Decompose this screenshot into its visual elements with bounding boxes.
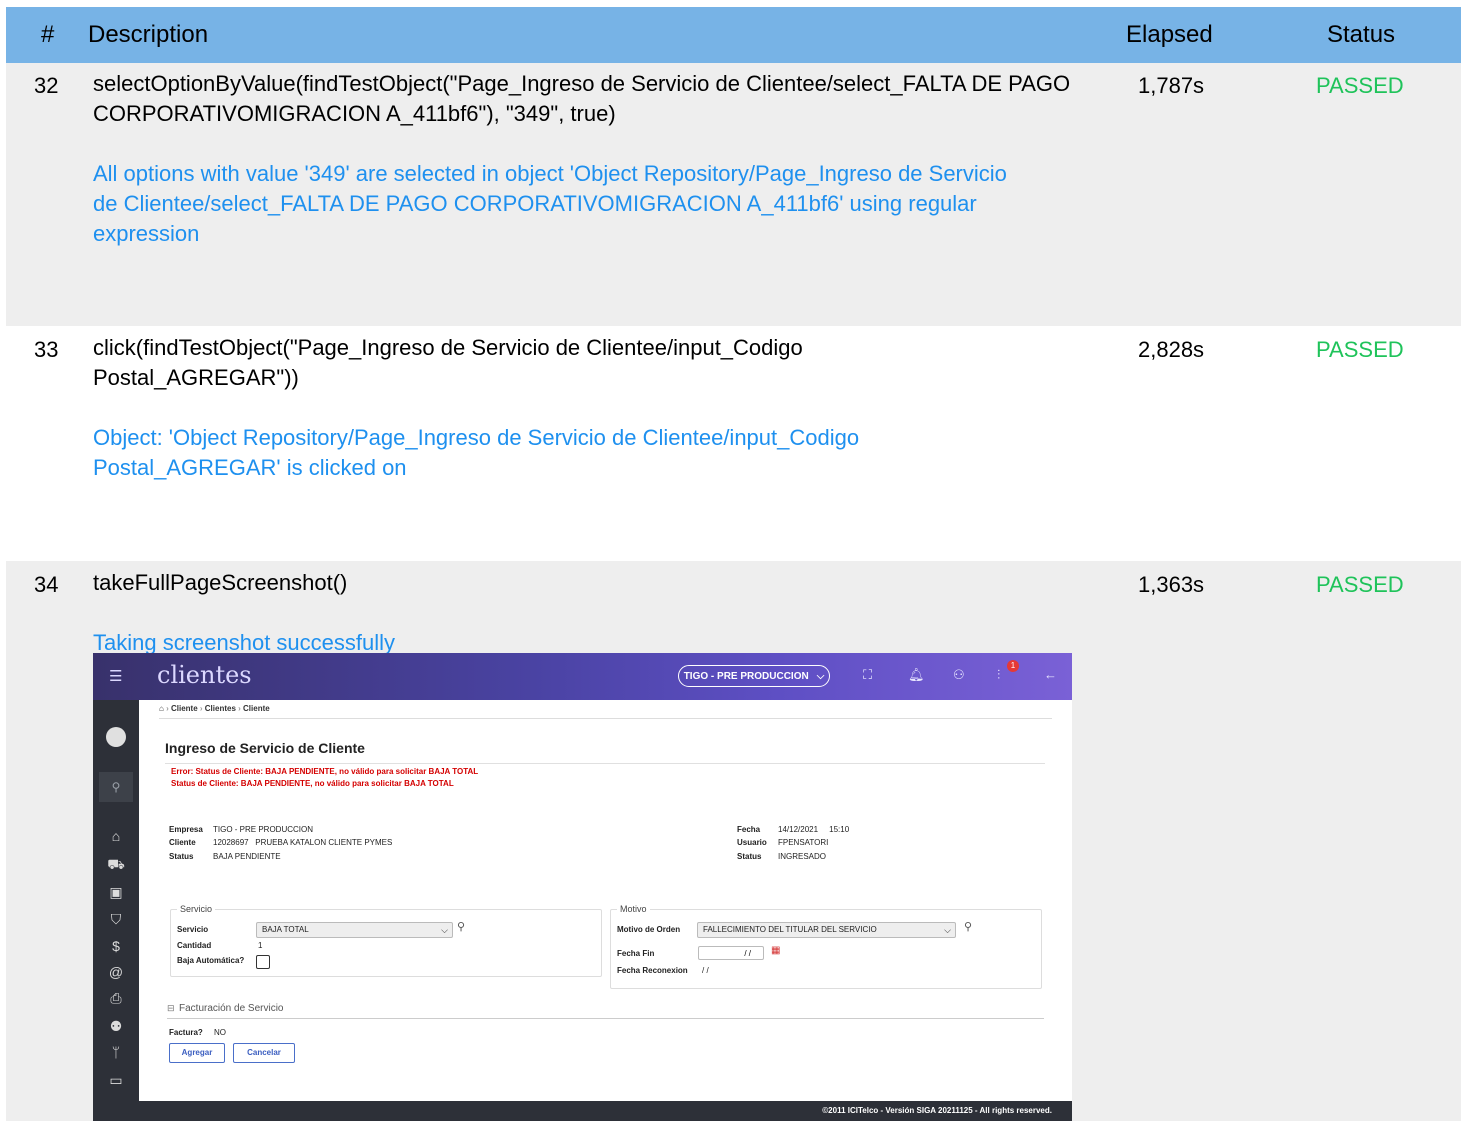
chevron-down-icon: ⌵ — [816, 670, 825, 682]
cart-icon[interactable]: ⛉ — [93, 911, 139, 928]
factura-value: NO — [214, 1028, 226, 1037]
step-number: 32 — [34, 73, 59, 98]
breadcrumb: ⌂ › Cliente › Clientes › Cliente — [159, 704, 270, 713]
error-message: Status de Cliente: BAJA PENDIENTE, no vá… — [171, 779, 454, 788]
chevron-down-icon: ⌵ — [441, 925, 448, 935]
search-icon: ⚲ — [111, 780, 121, 794]
step-message: Object: 'Object Repository/Page_Ingreso … — [93, 425, 860, 480]
motivo-fieldset: Motivo — [610, 904, 1042, 989]
servicio-fieldset: Servicio — [170, 904, 602, 977]
col-elapsed: Elapsed — [1126, 21, 1213, 48]
baja-automatica-label: Baja Automática? — [177, 956, 245, 965]
step-elapsed: 1,363s — [1138, 572, 1205, 597]
embedded-screenshot: ☰ clientes TIGO - PRE PRODUCCION ⌵ ⛶ 🔔︎ … — [93, 653, 1072, 1121]
step-message: All options with value '349' are selecte… — [93, 161, 1007, 246]
step-command: takeFullPageScreenshot() — [93, 570, 348, 595]
users-icon[interactable]: ⚉ — [93, 1018, 139, 1035]
motivo-orden-label: Motivo de Orden — [617, 925, 681, 934]
info-empresa: Empresa TIGO - PRE PRODUCCION — [169, 825, 314, 834]
servicio-select[interactable]: BAJA TOTAL ⌵ — [256, 922, 453, 938]
servicio-legend: Servicio — [177, 904, 216, 914]
home-icon[interactable]: ⌂ — [159, 704, 164, 713]
divider — [165, 763, 1045, 764]
step-row: 33 click(findTestObject("Page_Ingreso de… — [6, 326, 1461, 561]
branch-icon[interactable]: ᛘ — [93, 1044, 139, 1060]
truck-icon[interactable]: ⛟ — [93, 856, 139, 875]
servicio-label: Servicio — [177, 925, 209, 934]
agregar-button[interactable]: Agregar — [169, 1043, 225, 1063]
breadcrumb-item: Cliente — [243, 704, 270, 713]
page-title: Ingreso de Servicio de Cliente — [165, 740, 365, 756]
motivo-legend: Motivo — [617, 904, 650, 914]
at-icon[interactable]: @ — [93, 964, 139, 980]
collapse-icon[interactable]: ⊟ — [167, 1003, 175, 1014]
divider — [159, 718, 1052, 719]
info-usuario: Usuario FPENSATORI — [737, 838, 829, 847]
sidebar-search[interactable]: ⚲ — [99, 772, 133, 802]
fecha-fin-label: Fecha Fin — [617, 949, 655, 958]
facturacion-title: Facturación de Servicio — [179, 1003, 284, 1014]
info-status-orden: Status INGRESADO — [737, 852, 827, 861]
cantidad-label: Cantidad — [177, 941, 212, 950]
info-status: Status BAJA PENDIENTE — [169, 852, 281, 861]
step-elapsed: 1,787s — [1138, 73, 1205, 98]
step-status: PASSED — [1316, 73, 1404, 98]
baja-automatica-checkbox[interactable] — [256, 955, 270, 969]
step-status: PASSED — [1316, 572, 1404, 597]
cancelar-button[interactable]: Cancelar — [233, 1043, 295, 1063]
monitor-icon[interactable]: ▭ — [93, 1072, 139, 1089]
fecha-fin-input[interactable]: / / — [698, 946, 764, 960]
error-message: Error: Status de Cliente: BAJA PENDIENTE… — [171, 767, 479, 776]
app-content: ⌂ › Cliente › Clientes › Cliente Ingreso… — [139, 700, 1072, 1101]
hamburger-icon[interactable]: ☰ — [109, 667, 122, 685]
info-fecha: Fecha 14/12/2021 15:10 — [737, 825, 850, 834]
step-command: click(findTestObject("Page_Ingreso de Se… — [93, 335, 803, 390]
step-description: takeFullPageScreenshot() Taking screensh… — [93, 568, 1073, 658]
app-topbar: ☰ clientes TIGO - PRE PRODUCCION ⌵ ⛶ 🔔︎ … — [93, 653, 1072, 700]
fecha-reconexion-value: / / — [702, 966, 709, 975]
environment-label: TIGO - PRE PRODUCCION — [683, 670, 809, 682]
fullscreen-icon[interactable]: ⛶ — [863, 667, 872, 683]
dollar-icon[interactable]: $ — [93, 938, 139, 954]
chevron-down-icon: ⌵ — [944, 925, 951, 935]
breadcrumb-item[interactable]: Clientes — [205, 704, 236, 713]
step-number: 33 — [34, 337, 59, 362]
step-status: PASSED — [1316, 337, 1404, 362]
search-icon[interactable]: ⚲ — [457, 920, 465, 933]
briefcase-icon[interactable]: ⌂ — [93, 828, 139, 844]
arrow-left-icon[interactable]: ← — [1044, 667, 1057, 682]
environment-select[interactable]: TIGO - PRE PRODUCCION ⌵ — [678, 665, 830, 687]
col-status: Status — [1327, 21, 1396, 48]
calendar-icon[interactable]: ▣ — [93, 884, 139, 901]
motivo-orden-select[interactable]: FALLECIMIENTO DEL TITULAR DEL SERVICIO ⌵ — [697, 922, 956, 938]
report-header: # Description Elapsed Status — [6, 7, 1461, 63]
user-icon[interactable]: ⚇ — [953, 667, 965, 683]
step-description: selectOptionByValue(findTestObject("Page… — [93, 69, 1073, 249]
divider — [167, 1018, 1044, 1019]
avatar[interactable] — [106, 727, 126, 747]
fecha-reconexion-label: Fecha Reconexion — [617, 966, 688, 975]
app-footer: ©2011 ICITelco - Versión SIGA 20211125 -… — [139, 1101, 1072, 1121]
cantidad-value: 1 — [258, 941, 263, 950]
step-row: 32 selectOptionByValue(findTestObject("P… — [6, 63, 1461, 326]
col-num: # — [41, 21, 55, 48]
calendar-icon[interactable]: ▦ — [771, 945, 780, 956]
settings-sliders-icon[interactable]: ⫶ — [997, 667, 1000, 683]
info-cliente: Cliente 12028697 PRUEBA KATALON CLIENTE P… — [169, 838, 393, 847]
col-description: Description — [88, 21, 209, 48]
factura-label: Factura? — [169, 1028, 203, 1037]
breadcrumb-item[interactable]: Cliente — [171, 704, 198, 713]
notification-badge: 1 — [1007, 660, 1019, 672]
app-brand: clientes — [157, 661, 252, 689]
app-sidebar: ⚲ ⌂ ⛟ ▣ ⛉ $ @ ⎙ ⚉ ᛘ ▭ — [93, 700, 139, 1121]
bell-icon[interactable]: 🔔︎ — [908, 667, 925, 683]
step-number: 34 — [34, 572, 59, 597]
search-icon[interactable]: ⚲ — [964, 920, 972, 933]
step-description: click(findTestObject("Page_Ingreso de Se… — [93, 333, 1073, 483]
printer-icon[interactable]: ⎙ — [93, 990, 139, 1007]
step-elapsed: 2,828s — [1138, 337, 1205, 362]
step-command: selectOptionByValue(findTestObject("Page… — [93, 71, 1071, 126]
